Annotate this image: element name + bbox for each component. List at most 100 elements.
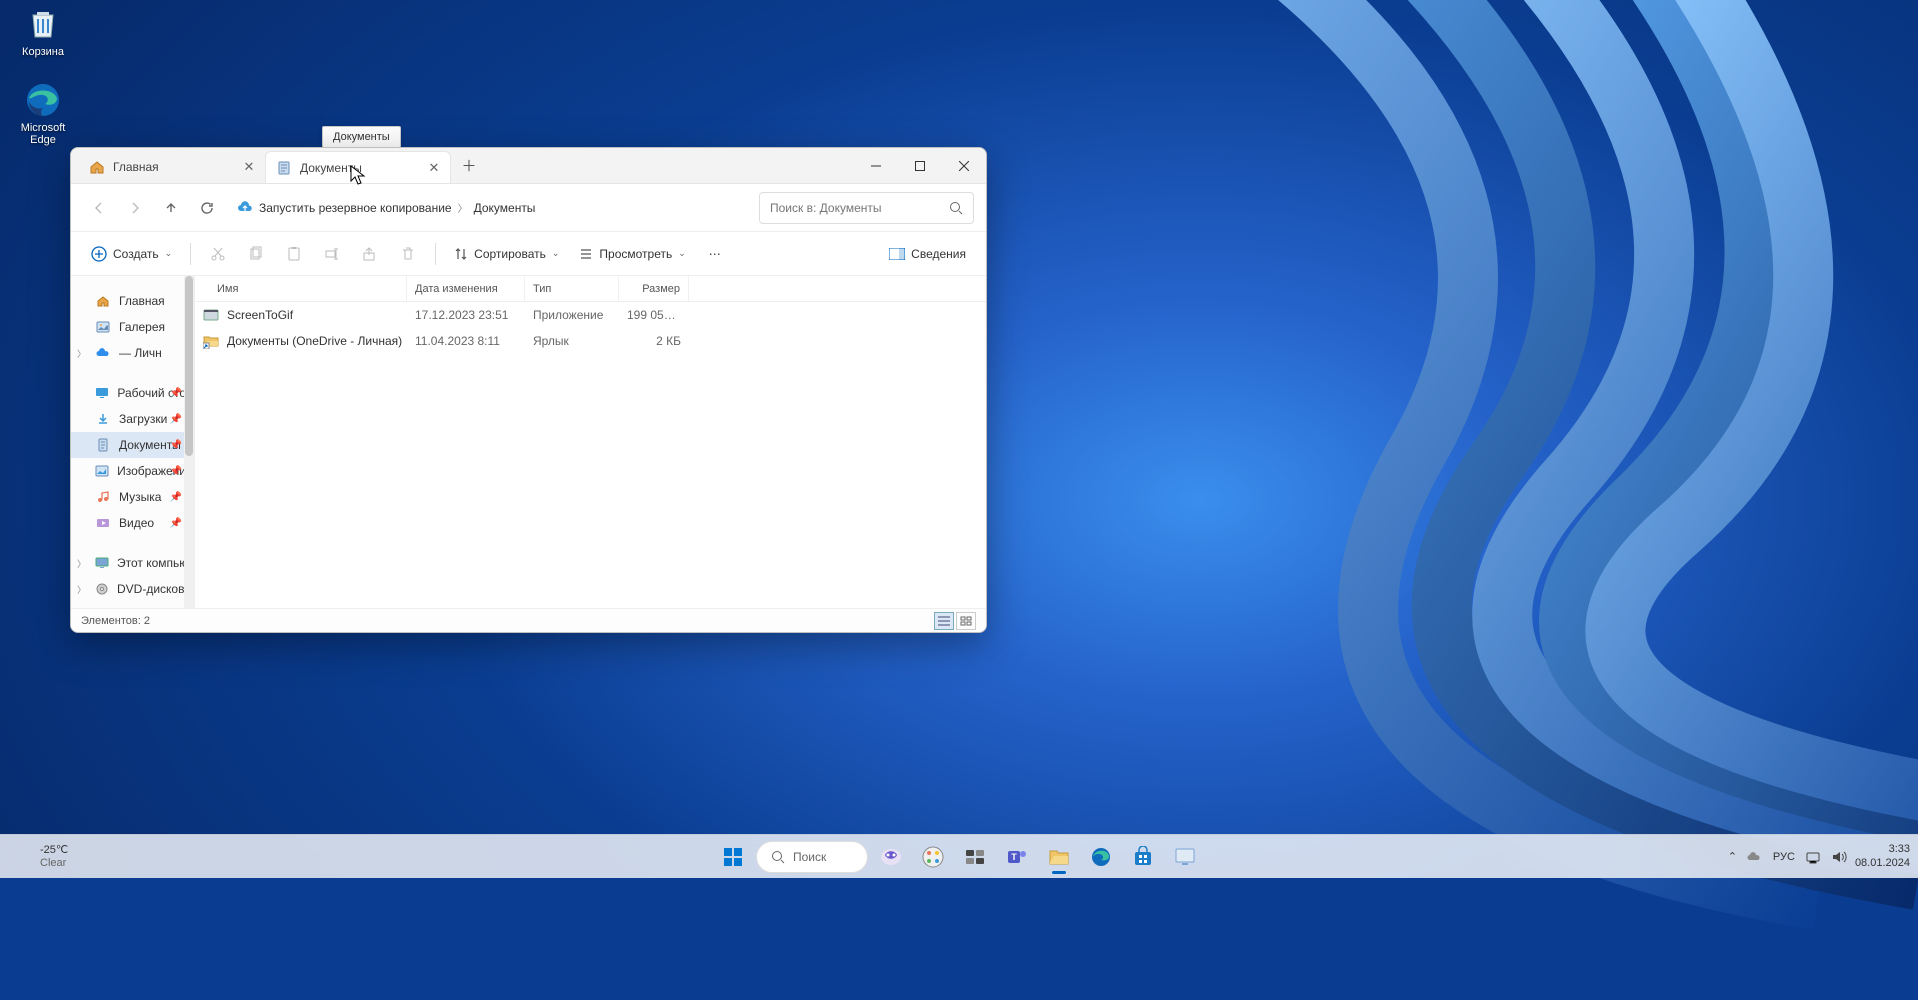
view-button[interactable]: Просмотреть ⌄	[571, 238, 693, 270]
nav-item-onedrive[interactable]: 〉— Личн	[71, 340, 194, 366]
status-bar: Элементов: 2	[71, 608, 986, 632]
start-button[interactable]	[714, 838, 752, 876]
cut-button[interactable]	[201, 238, 235, 270]
view-icon	[579, 247, 593, 261]
language-indicator[interactable]: РУС	[1773, 851, 1795, 863]
tab-documents[interactable]: Документы ✕	[265, 151, 451, 183]
cloud-sync-icon	[237, 200, 253, 216]
network-icon[interactable]	[1805, 849, 1821, 865]
toolbar: Создать ⌄ Сортировать ⌄ Просмотреть ⌄ ⋯	[71, 232, 986, 276]
item-count: Элементов: 2	[81, 615, 150, 627]
tab-label: Документы	[300, 161, 362, 175]
nav-item-videos[interactable]: Видео📌	[71, 510, 194, 536]
app-icon	[203, 307, 219, 323]
taskbar-app-taskview[interactable]	[956, 838, 994, 876]
shortcut-folder-icon	[203, 333, 219, 349]
address-bar-row: Запустить резервное копирование 〉 Докуме…	[71, 184, 986, 232]
nav-item-documents[interactable]: Документы📌	[71, 432, 194, 458]
tab-home[interactable]: Главная ✕	[79, 151, 265, 183]
taskbar-app-copilot[interactable]	[872, 838, 910, 876]
close-tab-icon[interactable]: ✕	[241, 159, 257, 175]
column-name[interactable]: Имя	[195, 276, 407, 301]
chevron-right-icon: 〉	[458, 200, 468, 215]
pin-icon: 📌	[170, 440, 182, 451]
taskbar-app-teams[interactable]: T	[998, 838, 1036, 876]
pin-icon: 📌	[170, 466, 182, 477]
details-pane-button[interactable]: Сведения	[881, 238, 974, 270]
chevron-down-icon: ⌄	[552, 248, 560, 259]
desktop-icon-edge[interactable]: Microsoft Edge	[8, 80, 78, 146]
taskbar-app-store[interactable]	[1124, 838, 1162, 876]
taskbar-app-rdp[interactable]	[1166, 838, 1204, 876]
search-icon	[771, 850, 785, 864]
volume-icon[interactable]	[1831, 849, 1847, 865]
column-size[interactable]: Размер	[619, 276, 689, 301]
pictures-icon	[95, 463, 109, 479]
taskbar-app-explorer[interactable]	[1040, 838, 1078, 876]
chevron-right-icon: 〉	[77, 347, 86, 360]
nav-item-desktop[interactable]: Рабочий сто📌	[71, 380, 194, 406]
home-icon	[89, 159, 105, 175]
search-icon	[949, 201, 963, 215]
tooltip: Документы	[322, 126, 401, 148]
create-button[interactable]: Создать ⌄	[83, 238, 180, 270]
sort-button[interactable]: Сортировать ⌄	[446, 238, 567, 270]
breadcrumb-current[interactable]: Документы	[474, 201, 536, 215]
file-list: ⌃ Имя Дата изменения Тип Размер ScreenTo…	[195, 276, 986, 608]
nav-item-pictures[interactable]: Изображени📌	[71, 458, 194, 484]
edge-icon	[23, 80, 63, 120]
documents-icon	[95, 437, 111, 453]
search-input[interactable]	[770, 201, 941, 215]
music-icon	[95, 489, 111, 505]
share-button[interactable]	[353, 238, 387, 270]
taskbar-app-mspaint[interactable]	[914, 838, 952, 876]
breadcrumb-backup[interactable]: Запустить резервное копирование	[259, 201, 452, 215]
up-button[interactable]	[155, 192, 187, 224]
chevron-right-icon: 〉	[77, 583, 86, 596]
close-window-button[interactable]	[942, 148, 986, 183]
pc-icon	[95, 555, 109, 571]
new-tab-button[interactable]: ＋	[455, 155, 483, 176]
close-tab-icon[interactable]: ✕	[426, 160, 442, 176]
copy-button[interactable]	[239, 238, 273, 270]
taskbar-clock[interactable]: 3:33 08.01.2024	[1855, 843, 1910, 869]
tab-label: Главная	[113, 160, 159, 174]
taskbar-search[interactable]: Поиск	[756, 841, 868, 873]
view-large-button[interactable]	[956, 612, 976, 630]
file-row[interactable]: ScreenToGif 17.12.2023 23:51 Приложение …	[195, 302, 986, 328]
address-bar[interactable]: Запустить резервное копирование 〉 Докуме…	[227, 192, 755, 224]
file-row[interactable]: Документы (OneDrive - Личная) 11.04.2023…	[195, 328, 986, 354]
nav-item-gallery[interactable]: Галерея	[71, 314, 194, 340]
taskbar-app-edge[interactable]	[1082, 838, 1120, 876]
onedrive-tray-icon[interactable]	[1747, 849, 1763, 865]
nav-item-dvd[interactable]: 〉DVD-дисковод	[71, 576, 194, 602]
chevron-down-icon: ⌄	[678, 248, 686, 259]
view-details-button[interactable]	[934, 612, 954, 630]
paste-button[interactable]	[277, 238, 311, 270]
taskbar: -25℃ Clear Поиск T ⌃ РУС	[0, 834, 1918, 878]
maximize-button[interactable]	[898, 148, 942, 183]
column-headers: ⌃ Имя Дата изменения Тип Размер	[195, 276, 986, 302]
forward-button[interactable]	[119, 192, 151, 224]
nav-scrollbar[interactable]	[184, 276, 194, 608]
column-date[interactable]: Дата изменения	[407, 276, 525, 301]
rename-button[interactable]	[315, 238, 349, 270]
tray-chevron-icon[interactable]: ⌃	[1728, 850, 1737, 863]
nav-item-downloads[interactable]: Загрузки📌	[71, 406, 194, 432]
back-button[interactable]	[83, 192, 115, 224]
sort-icon	[454, 247, 468, 261]
refresh-button[interactable]	[191, 192, 223, 224]
search-box[interactable]	[759, 192, 974, 224]
desktop-icon-recycle-bin[interactable]: Корзина	[8, 4, 78, 58]
moon-icon	[12, 846, 34, 868]
nav-item-home[interactable]: Главная	[71, 288, 194, 314]
delete-button[interactable]	[391, 238, 425, 270]
taskbar-weather[interactable]: -25℃ Clear	[12, 844, 68, 868]
minimize-button[interactable]	[854, 148, 898, 183]
more-button[interactable]: ⋯	[698, 238, 732, 270]
videos-icon	[95, 515, 111, 531]
pin-icon: 📌	[170, 492, 182, 503]
column-type[interactable]: Тип	[525, 276, 619, 301]
nav-item-thispc[interactable]: 〉Этот компьюте	[71, 550, 194, 576]
nav-item-music[interactable]: Музыка📌	[71, 484, 194, 510]
